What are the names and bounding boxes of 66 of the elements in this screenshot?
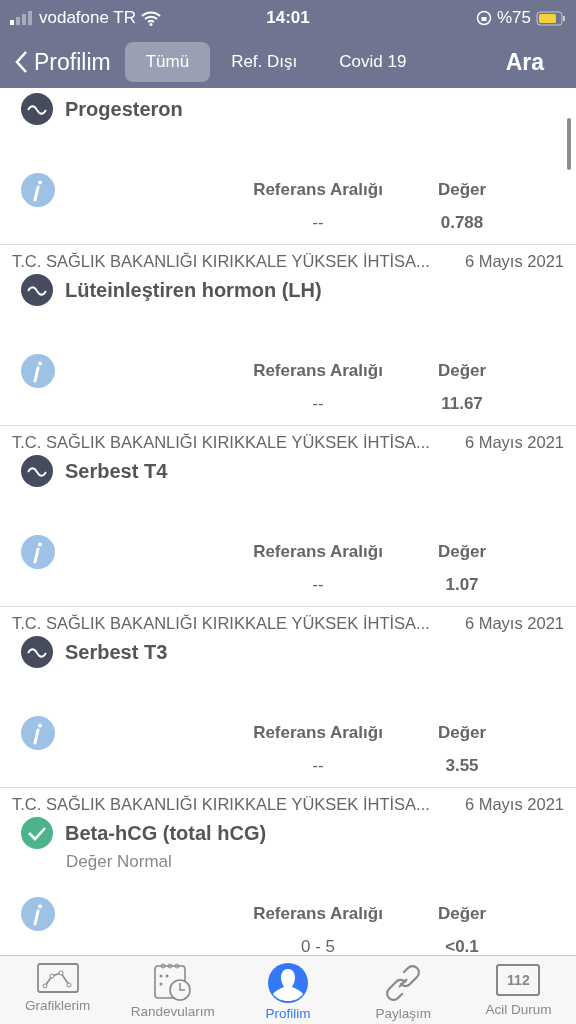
reference-range: -- <box>311 394 325 414</box>
value-label: Değer <box>436 723 488 743</box>
info-icon[interactable] <box>21 716 55 750</box>
result-date: 6 Mayıs 2021 <box>464 794 564 814</box>
tab-bar-item[interactable]: Randevularım <box>115 956 231 1024</box>
result-date: 6 Mayıs 2021 <box>464 251 564 271</box>
test-name: Serbest T4 <box>65 459 168 483</box>
test-name: Beta-hCG (total hCG) <box>65 821 267 845</box>
lab-source: T.C. SAĞLIK BAKANLIĞI KIRIKKALE YÜKSEK İHTİSA... <box>12 432 430 452</box>
wave-icon <box>21 274 53 306</box>
result-date: 6 Mayıs 2021 <box>464 613 564 633</box>
battery-icon <box>536 10 566 26</box>
emergency-number-badge: 112 <box>496 964 541 996</box>
test-name: Lüteinleştiren hormon (LH) <box>65 278 322 302</box>
wave-icon <box>21 455 53 487</box>
reference-range-label: Referans Aralığı <box>252 542 384 562</box>
reference-range-label: Referans Aralığı <box>252 723 384 743</box>
back-chevron-icon <box>14 50 28 74</box>
rotation-lock-icon <box>475 10 492 26</box>
lab-source: T.C. SAĞLIK BAKANLIĞI KIRIKKALE YÜKSEK İHTİSA... <box>12 613 430 633</box>
scrollbar <box>567 118 571 170</box>
result-status: Değer Normal <box>66 851 173 873</box>
info-icon[interactable] <box>21 173 55 207</box>
tab-bar-item[interactable]: 112 Acil Durum <box>460 956 576 1024</box>
test-value: 3.55 <box>444 756 480 776</box>
value-label: Değer <box>436 180 488 200</box>
reference-range: -- <box>311 575 325 595</box>
info-icon[interactable] <box>21 535 55 569</box>
clock-time: 14:01 <box>266 8 310 27</box>
test-name: Progesteron <box>65 97 183 121</box>
value-label: Değer <box>436 361 488 381</box>
test-name: Serbest T3 <box>65 640 168 664</box>
test-value: 0.788 <box>439 213 485 233</box>
test-value: 11.67 <box>440 394 484 414</box>
info-icon[interactable] <box>21 354 55 388</box>
result-date: 6 Mayıs 2021 <box>464 432 564 452</box>
lab-source: T.C. SAĞLIK BAKANLIĞI KIRIKKALE YÜKSEK İHTİSA... <box>12 251 430 271</box>
signal-icon <box>10 11 34 25</box>
tab-bar-item[interactable]: Profilim <box>230 956 346 1024</box>
wave-icon <box>21 93 53 125</box>
test-value: <0.1 <box>444 937 480 955</box>
reference-range: -- <box>311 756 325 776</box>
reference-range-label: Referans Aralığı <box>252 180 384 200</box>
profile-icon <box>267 962 309 1004</box>
test-value: 1.07 <box>444 575 480 595</box>
check-icon <box>21 817 53 849</box>
search-button[interactable]: Ara <box>499 47 550 77</box>
lab-source: T.C. SAĞLIK BAKANLIĞI KIRIKKALE YÜKSEK İHTİSA... <box>12 794 430 814</box>
info-icon[interactable] <box>21 897 55 931</box>
filter-tab[interactable]: Ref. Dışı <box>210 42 319 82</box>
value-label: Değer <box>436 542 488 562</box>
filter-tab[interactable]: Tümü <box>124 42 211 82</box>
wave-icon <box>21 636 53 668</box>
line-chart-icon <box>35 962 80 996</box>
tab-bar-item[interactable]: Grafiklerim <box>0 956 116 1024</box>
back-button[interactable]: Profilim <box>14 48 111 76</box>
reference-range-label: Referans Aralığı <box>252 904 384 924</box>
value-label: Değer <box>436 904 488 924</box>
wifi-icon <box>141 10 162 26</box>
reference-range: 0 - 5 <box>300 937 336 955</box>
tab-bar-item[interactable]: Paylaşım <box>345 956 461 1024</box>
reference-range: -- <box>311 213 325 233</box>
battery-percent: %75 <box>496 8 531 28</box>
filter-tab[interactable]: Covid 19 <box>318 42 428 82</box>
carrier-name: vodafone TR <box>39 8 137 28</box>
reference-range-label: Referans Aralığı <box>252 361 384 381</box>
